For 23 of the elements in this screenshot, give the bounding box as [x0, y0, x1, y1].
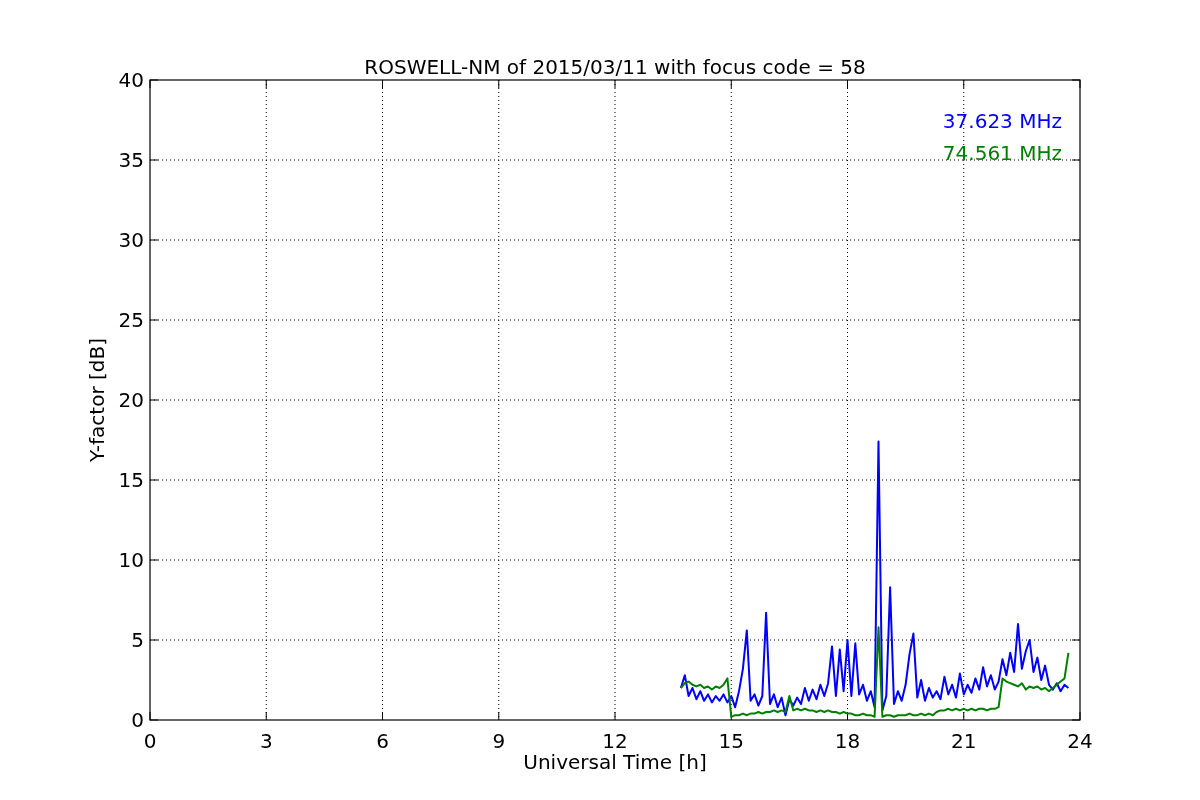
- tick-label: 15: [118, 468, 144, 492]
- tick-label: 12: [602, 729, 628, 753]
- chart-title: ROSWELL-NM of 2015/03/11 with focus code = 58: [364, 55, 866, 79]
- tick-label: 18: [834, 729, 861, 753]
- tick-label: 3: [259, 729, 273, 753]
- tick-label: 0: [143, 729, 157, 753]
- x-axis-label: Universal Time [h]: [523, 750, 707, 774]
- legend-label: 37.623 MHz: [942, 109, 1062, 133]
- tick-label: 40: [118, 68, 144, 92]
- tick-label: 6: [376, 729, 389, 753]
- tick-label: 21: [951, 729, 977, 753]
- legend-label: 74.561 MHz: [942, 141, 1062, 165]
- tick-label: 10: [118, 548, 144, 572]
- tick-label: 5: [131, 628, 144, 652]
- tick-label: 15: [718, 729, 744, 753]
- tick-label: 20: [118, 388, 144, 412]
- tick-label: 25: [118, 308, 144, 332]
- y-axis-label: Y-factor [dB]: [85, 338, 109, 462]
- tick-label: 35: [118, 148, 144, 172]
- tick-label: 24: [1067, 729, 1093, 753]
- tick-label: 30: [118, 228, 144, 252]
- tick-label: 9: [492, 729, 506, 753]
- tick-label: 0: [131, 708, 144, 732]
